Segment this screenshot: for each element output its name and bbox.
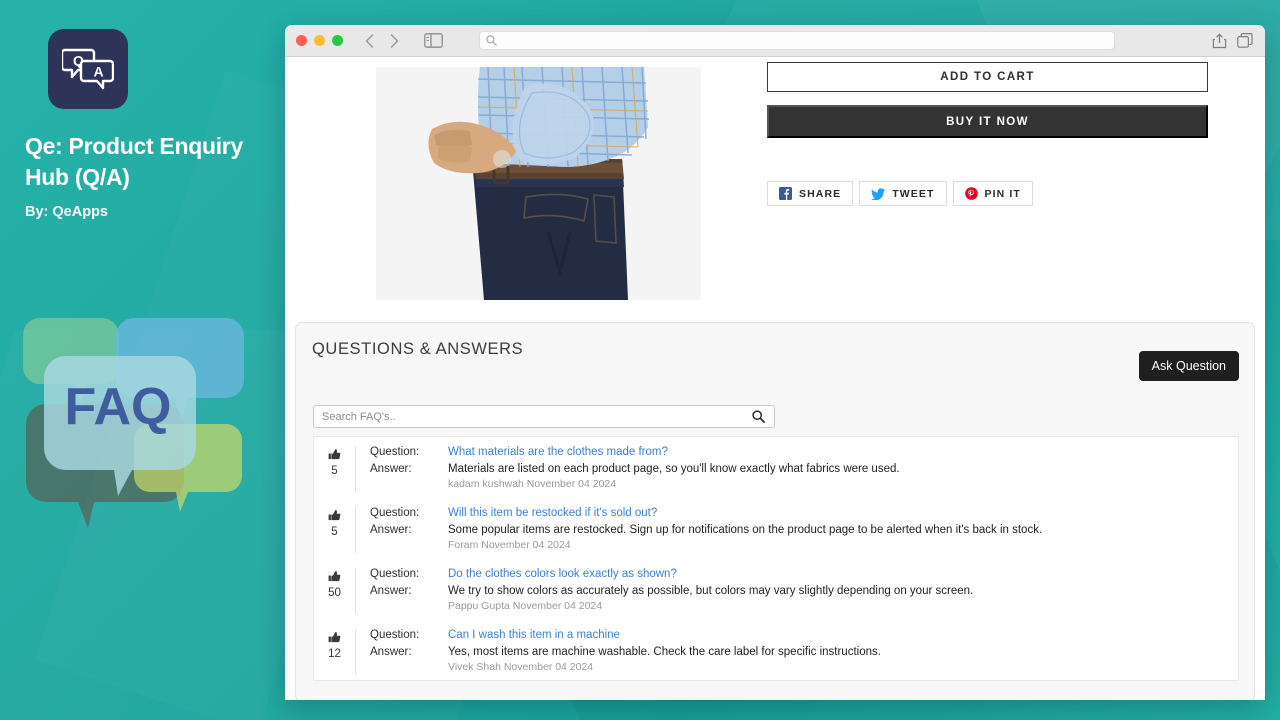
close-window-button[interactable]: [296, 35, 307, 46]
question-label: Question:: [370, 446, 420, 458]
thumbs-up-icon[interactable]: [314, 570, 355, 586]
faq-illustration: FAQ: [18, 296, 268, 536]
navigation-buttons: [358, 30, 406, 51]
search-input[interactable]: [314, 410, 752, 423]
answer-text: We try to show colors as accurately as p…: [448, 585, 974, 597]
qa-row: 5 Question: What materials are the clothes…: [314, 437, 1238, 498]
browser-window: ADD TO CART BUY IT NOW SHARE TWEET PIN I…: [285, 25, 1265, 700]
faq-search-bar[interactable]: [313, 405, 775, 428]
qa-row: 5 Question: Will this item be restocked if…: [314, 498, 1238, 559]
product-image[interactable]: [376, 67, 701, 300]
pinit-label: PIN IT: [984, 187, 1021, 200]
question-label: Question:: [370, 568, 420, 580]
share-on-facebook-button[interactable]: SHARE: [767, 181, 854, 206]
pinterest-icon: [964, 187, 978, 200]
chrome-right-buttons: [1209, 31, 1255, 51]
question-label: Question:: [370, 629, 420, 641]
store-page-content: ADD TO CART BUY IT NOW SHARE TWEET PIN I…: [285, 57, 1265, 700]
answer-label: Answer:: [370, 646, 412, 658]
question-link[interactable]: What materials are the clothes made from…: [448, 446, 668, 458]
qa-row: 50 Question: Do the clothes colors look ex…: [314, 559, 1238, 620]
qa-body: Question: What materials are the clothes …: [356, 446, 1238, 490]
faq-art-label: FAQ: [65, 378, 172, 436]
thumbs-up-icon[interactable]: [314, 448, 355, 464]
question-link[interactable]: Do the clothes colors look exactly as sh…: [448, 568, 677, 580]
search-icon: [486, 35, 497, 46]
vote-count: 12: [328, 648, 341, 660]
answer-text: Some popular items are restocked. Sign u…: [448, 524, 1043, 536]
browser-chrome-toolbar: [285, 25, 1265, 57]
question-link[interactable]: Can I wash this item in a machine: [448, 629, 620, 641]
vote-column: 5: [314, 446, 356, 492]
thumbs-up-icon[interactable]: [314, 509, 355, 525]
sidebar-toggle-icon[interactable]: [420, 30, 447, 51]
answer-meta: Pappu Gupta November 04 2024: [448, 600, 603, 612]
tweet-label: TWEET: [892, 187, 935, 200]
minimize-window-button[interactable]: [314, 35, 325, 46]
qa-speech-bubbles-icon: Q A: [60, 44, 115, 95]
app-author: By: QeApps: [25, 204, 108, 220]
svg-text:A: A: [93, 63, 103, 79]
question-link[interactable]: Will this item be restocked if it's sold…: [448, 507, 657, 519]
zoom-window-button[interactable]: [332, 35, 343, 46]
chevron-left-icon[interactable]: [358, 30, 381, 51]
answer-label: Answer:: [370, 524, 412, 536]
page-title: Qe: Product Enquiry Hub (Q/A): [25, 133, 243, 190]
purchase-controls: ADD TO CART BUY IT NOW SHARE TWEET PIN I…: [767, 62, 1208, 206]
answer-label: Answer:: [370, 463, 412, 475]
ask-question-button[interactable]: Ask Question: [1138, 351, 1239, 381]
answer-label: Answer:: [370, 585, 412, 597]
facebook-icon: [779, 187, 792, 200]
answer-meta: kadam kushwah November 04 2024: [448, 478, 617, 490]
vote-count: 5: [331, 465, 338, 477]
answer-text: Yes, most items are machine washable. Ch…: [448, 646, 881, 658]
share-on-twitter-button[interactable]: TWEET: [859, 181, 947, 206]
question-label: Question:: [370, 507, 420, 519]
search-icon[interactable]: [752, 410, 774, 423]
url-address-bar[interactable]: [479, 31, 1115, 50]
vote-column: 50: [314, 568, 356, 614]
vote-column: 5: [314, 507, 356, 553]
answer-meta: Vivek Shah November 04 2024: [448, 661, 594, 673]
share-icon[interactable]: [1209, 31, 1229, 51]
promo-screenshot-stage: Q A Qe: Product Enquiry Hub (Q/A) By: Qe…: [0, 0, 1280, 720]
add-to-cart-button[interactable]: ADD TO CART: [767, 62, 1208, 92]
qa-body: Question: Can I wash this item in a machi…: [356, 629, 1238, 673]
share-label: SHARE: [799, 187, 842, 200]
vote-count: 5: [331, 526, 338, 538]
twitter-icon: [871, 187, 886, 200]
vote-column: 12: [314, 629, 356, 675]
buy-it-now-button[interactable]: BUY IT NOW: [767, 105, 1208, 138]
qa-list: 5 Question: What materials are the clothes…: [313, 436, 1239, 681]
vote-count: 50: [328, 587, 341, 599]
qa-body: Question: Will this item be restocked if …: [356, 507, 1238, 551]
qa-body: Question: Do the clothes colors look exac…: [356, 568, 1238, 612]
social-share-row: SHARE TWEET PIN IT: [767, 181, 1208, 206]
qa-row: 12 Question: Can I wash this item in a mac…: [314, 620, 1238, 681]
traffic-lights: [296, 35, 343, 46]
pin-on-pinterest-button[interactable]: PIN IT: [952, 181, 1033, 206]
thumbs-up-icon[interactable]: [314, 631, 355, 647]
app-logo: Q A: [48, 29, 128, 109]
questions-and-answers-card: QUESTIONS & ANSWERS Ask Question 5 Questi…: [295, 322, 1255, 700]
chevron-right-icon[interactable]: [383, 30, 406, 51]
qa-section-heading: QUESTIONS & ANSWERS: [312, 340, 524, 358]
answer-meta: Foram November 04 2024: [448, 539, 571, 551]
promo-panel: Q A Qe: Product Enquiry Hub (Q/A) By: Qe…: [0, 0, 290, 720]
show-tabs-icon[interactable]: [1235, 31, 1255, 51]
answer-text: Materials are listed on each product pag…: [448, 463, 900, 475]
